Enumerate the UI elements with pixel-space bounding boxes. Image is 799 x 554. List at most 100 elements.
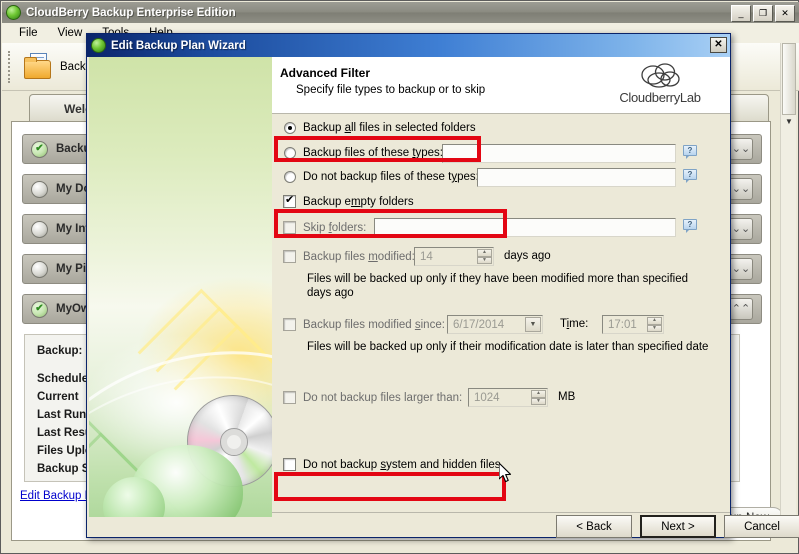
chevron-down-icon[interactable]: ▼ xyxy=(525,317,541,332)
detail-backup: Backup: xyxy=(37,345,83,357)
cloud-icon xyxy=(641,63,680,88)
radio-backup-all-files-label: Backup all files in selected folders xyxy=(303,122,476,134)
stepper-buttons[interactable]: ▲ ▼ xyxy=(647,317,662,332)
radio-indicator[interactable] xyxy=(284,122,296,134)
help-icon[interactable]: ? xyxy=(683,145,698,159)
detail-current: Current xyxy=(37,391,79,403)
radio-backup-file-types[interactable]: Backup files of these types: xyxy=(284,147,443,159)
next-button[interactable]: Next > xyxy=(640,515,716,538)
plan-status-icon xyxy=(31,180,48,198)
cloudberry-logo-icon xyxy=(6,5,21,20)
dialog-title-bar: Edit Backup Plan Wizard ✕ xyxy=(87,34,730,57)
modified-since-time-value: 17:01 xyxy=(608,318,637,331)
cloudberry-logo-icon xyxy=(91,38,106,53)
expand-down-icon[interactable]: ⌄⌄ xyxy=(729,218,753,240)
page-subtitle: Specify file types to backup or to skip xyxy=(296,84,486,96)
main-window-title: CloudBerry Backup Enterprise Edition xyxy=(26,6,236,19)
menu-item-file[interactable]: File xyxy=(10,25,47,41)
stepper-buttons[interactable]: ▲ ▼ xyxy=(531,390,546,405)
brand-name: CloudberryLab xyxy=(619,90,701,105)
checkbox-backup-files-modified[interactable]: Backup files modified: xyxy=(283,250,415,263)
expand-down-icon[interactable]: ⌄⌄ xyxy=(729,258,753,280)
checkbox-backup-empty-folders[interactable]: Backup empty folders xyxy=(283,194,414,208)
radio-indicator[interactable] xyxy=(284,171,296,183)
checkbox-indicator[interactable] xyxy=(283,194,296,208)
collapse-up-icon[interactable]: ⌃⌃ xyxy=(729,298,753,320)
stepper-down-icon: ▼ xyxy=(531,397,546,405)
help-icon[interactable]: ? xyxy=(683,219,698,233)
checkbox-indicator[interactable] xyxy=(283,318,296,331)
stepper-down-icon: ▼ xyxy=(477,256,492,264)
main-title-bar: CloudBerry Backup Enterprise Edition _ ❐… xyxy=(2,2,799,23)
backup-folder-icon xyxy=(24,52,56,81)
modified-since-note: Files will be backed up only if their mo… xyxy=(307,341,709,353)
modified-since-time-stepper[interactable]: 17:01 ▲ ▼ xyxy=(602,315,664,334)
radio-skip-file-types[interactable]: Do not backup files of these types: xyxy=(284,171,479,183)
skip-file-types-input[interactable] xyxy=(477,168,676,187)
checkbox-indicator[interactable] xyxy=(283,250,296,263)
modified-since-date-picker[interactable]: 6/17/2014 ▼ xyxy=(447,315,543,334)
stepper-buttons[interactable]: ▲ ▼ xyxy=(477,249,492,264)
stepper-down-icon: ▼ xyxy=(647,324,662,332)
screen: CloudBerry Backup Enterprise Edition _ ❐… xyxy=(0,0,799,554)
skip-folders-input[interactable] xyxy=(374,218,676,237)
checkbox-indicator[interactable] xyxy=(283,458,296,471)
wizard-form-body: Backup all files in selected folders Bac… xyxy=(272,114,730,517)
checkbox-max-file-size[interactable]: Do not backup files larger than: xyxy=(283,391,462,404)
wizard-header: Advanced Filter Specify file types to ba… xyxy=(272,57,730,114)
detail-last-run: Last Run: xyxy=(37,409,91,421)
detail-schedule: Schedule: xyxy=(37,373,92,385)
checkbox-modified-since[interactable]: Backup files modified since: xyxy=(283,318,445,331)
plan-status-icon xyxy=(31,140,48,158)
plan-status-icon xyxy=(31,300,48,318)
cancel-button[interactable]: Cancel xyxy=(724,515,799,538)
scrollbar-thumb[interactable] xyxy=(782,43,796,115)
expand-down-icon[interactable]: ⌄⌄ xyxy=(729,138,753,160)
files-modified-note: Files will be backed up only if they hav… xyxy=(307,273,688,299)
backup-file-types-input[interactable] xyxy=(442,144,676,163)
max-file-size-stepper[interactable]: 1024 ▲ ▼ xyxy=(468,388,548,407)
stepper-up-icon: ▲ xyxy=(531,390,546,398)
toolbar-grip[interactable] xyxy=(8,50,12,83)
checkbox-max-file-size-label: Do not backup files larger than: xyxy=(303,391,463,404)
radio-skip-file-types-label: Do not backup files of these types: xyxy=(303,171,479,183)
time-label: Time: xyxy=(560,318,589,330)
scroll-down-icon[interactable]: ▼ xyxy=(783,115,795,127)
radio-backup-file-types-label: Backup files of these types: xyxy=(303,147,444,159)
days-ago-unit-label: days ago xyxy=(504,250,551,262)
modified-since-date-value: 6/17/2014 xyxy=(453,318,505,331)
expand-down-icon[interactable]: ⌄⌄ xyxy=(729,178,753,200)
checkbox-indicator[interactable] xyxy=(283,221,296,234)
checkbox-modified-since-label: Backup files modified since: xyxy=(303,318,445,331)
mouse-cursor xyxy=(499,463,512,483)
window-controls: _ ❐ ✕ xyxy=(731,5,795,22)
close-button[interactable]: ✕ xyxy=(775,5,795,22)
menu-item-view[interactable]: View xyxy=(49,25,92,41)
wizard-banner-image xyxy=(89,57,272,537)
stepper-up-icon: ▲ xyxy=(477,249,492,257)
main-vertical-scrollbar[interactable]: ▼ xyxy=(780,43,796,535)
checkbox-skip-system-hidden[interactable]: Do not backup system and hidden files xyxy=(283,458,501,471)
help-icon[interactable]: ? xyxy=(683,169,698,183)
dialog-close-button[interactable]: ✕ xyxy=(710,37,727,53)
stepper-up-icon: ▲ xyxy=(647,317,662,325)
checkbox-backup-files-modified-label: Backup files modified: xyxy=(303,250,415,263)
days-ago-value: 14 xyxy=(420,250,433,263)
maximize-button[interactable]: ❐ xyxy=(753,5,773,22)
plan-status-icon xyxy=(31,260,48,278)
checkbox-indicator[interactable] xyxy=(283,391,296,404)
checkbox-skip-folders[interactable]: Skip folders: xyxy=(283,221,366,234)
wizard-footer: < Back Next > Cancel xyxy=(89,515,799,538)
dialog-title: Edit Backup Plan Wizard xyxy=(111,39,246,52)
days-ago-stepper[interactable]: 14 ▲ ▼ xyxy=(414,247,494,266)
page-title: Advanced Filter xyxy=(280,66,371,80)
max-file-size-unit-label: MB xyxy=(558,391,576,403)
minimize-button[interactable]: _ xyxy=(731,5,751,22)
checkbox-backup-empty-folders-label: Backup empty folders xyxy=(303,195,414,208)
radio-indicator[interactable] xyxy=(284,147,296,159)
back-button[interactable]: < Back xyxy=(556,515,632,538)
radio-backup-all-files[interactable]: Backup all files in selected folders xyxy=(284,122,476,134)
checkbox-skip-system-hidden-label: Do not backup system and hidden files xyxy=(303,458,501,471)
brand-logo: CloudberryLab xyxy=(600,61,720,105)
edit-backup-plan-wizard-dialog: Edit Backup Plan Wizard ✕ Advanced Filte… xyxy=(86,33,799,538)
